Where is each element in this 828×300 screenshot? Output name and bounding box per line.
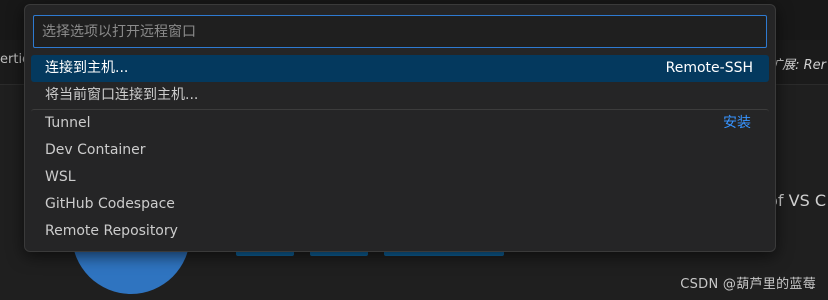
background-extension-fragment: 扩展: Rer [769,58,826,73]
quick-pick-item-tunnel[interactable]: Tunnel 安装 [31,109,769,137]
item-detail: Remote-SSH [665,60,753,76]
item-label: 将当前窗口连接到主机... [45,87,199,103]
item-label: Dev Container [45,142,146,158]
item-label: WSL [45,169,76,185]
item-label: GitHub Codespace [45,196,175,212]
install-link[interactable]: 安装 [723,110,751,137]
remote-quick-pick: 连接到主机... Remote-SSH 将当前窗口连接到主机... Tunnel… [24,4,776,252]
quick-pick-list: 连接到主机... Remote-SSH 将当前窗口连接到主机... Tunnel… [31,55,769,245]
quick-pick-item-github-codespace[interactable]: GitHub Codespace [31,191,769,218]
item-label: 连接到主机... [45,60,129,76]
quick-pick-item-dev-container[interactable]: Dev Container [31,137,769,164]
background-text-fragment: of VS C [768,191,826,210]
quick-pick-item-wsl[interactable]: WSL [31,164,769,191]
watermark: CSDN @葫芦里的蓝莓 [680,277,816,292]
item-label: Tunnel [45,115,91,131]
item-label: Remote Repository [45,223,178,239]
quick-pick-item-remote-repository[interactable]: Remote Repository [31,218,769,245]
quick-pick-input[interactable] [33,15,767,48]
quick-pick-item-connect-current-window[interactable]: 将当前窗口连接到主机... [31,82,769,109]
quick-pick-item-connect-to-host[interactable]: 连接到主机... Remote-SSH [31,55,769,82]
